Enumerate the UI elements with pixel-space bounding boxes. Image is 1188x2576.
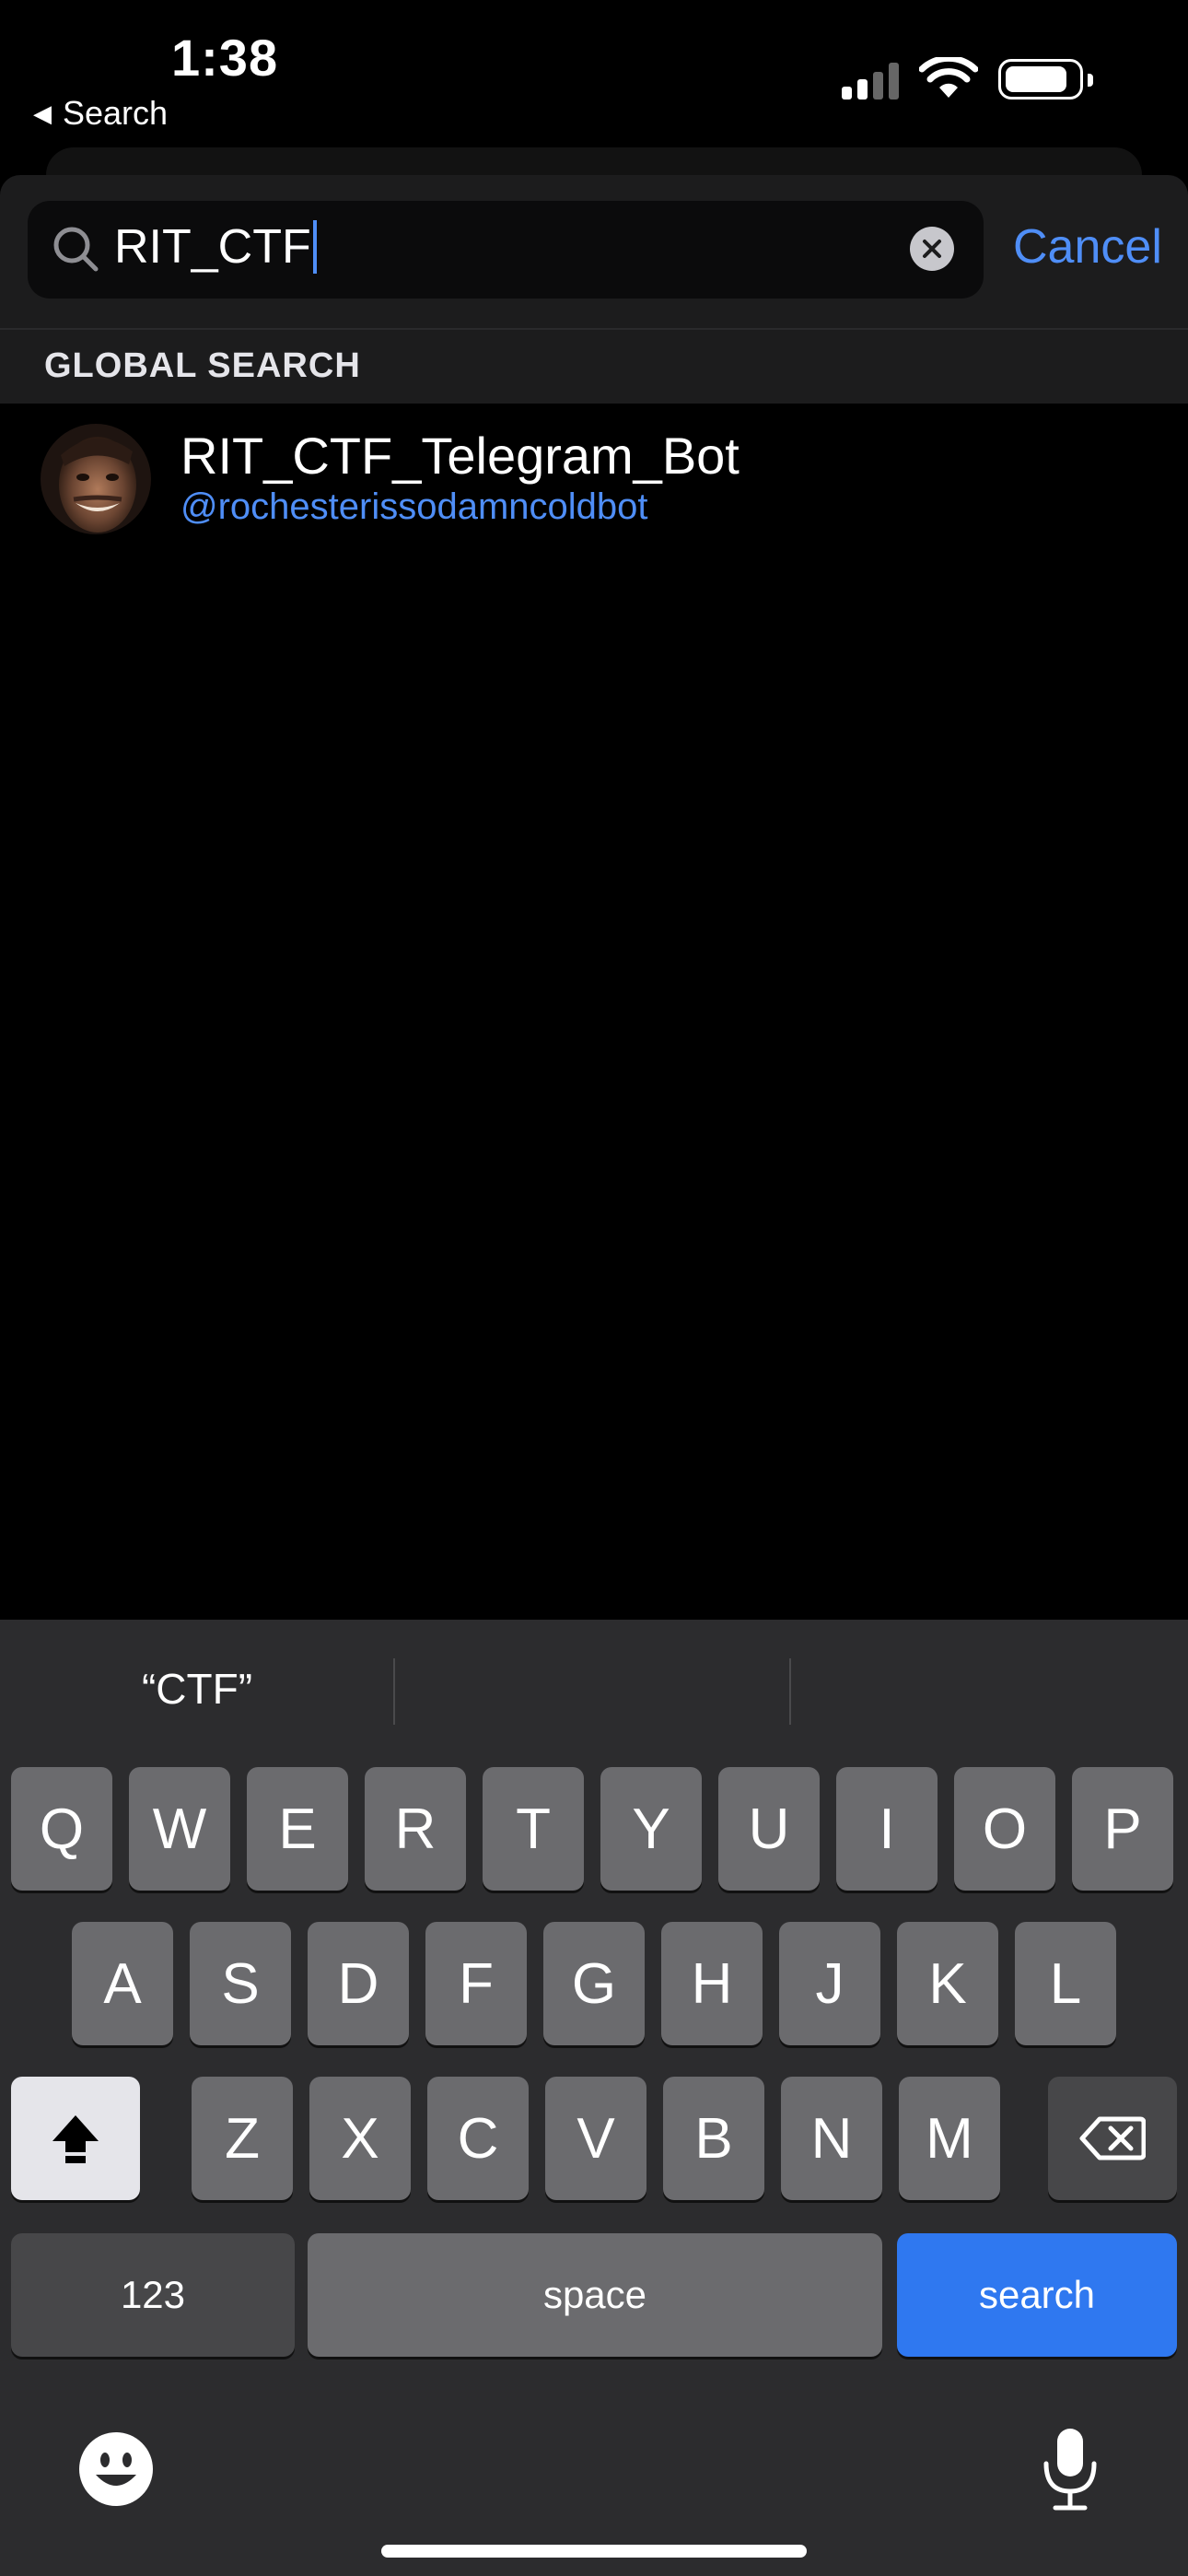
search-icon [52,225,99,277]
suggestion-divider [789,1658,791,1725]
key-r[interactable]: R [365,1767,466,1891]
key-x[interactable]: X [309,2077,411,2200]
key-z[interactable]: Z [192,2077,293,2200]
key-c[interactable]: C [427,2077,529,2200]
shift-arrow-icon [52,2115,99,2163]
suggestion-2[interactable] [396,1620,790,1758]
search-input[interactable]: RIT_CTF [114,219,317,275]
status-time: 1:38 [171,29,279,87]
key-o[interactable]: O [954,1767,1055,1891]
key-u[interactable]: U [718,1767,820,1891]
key-v[interactable]: V [545,2077,646,2200]
key-m[interactable]: M [899,2077,1000,2200]
clear-x-icon [923,240,941,258]
key-a[interactable]: A [72,1922,173,2045]
key-b[interactable]: B [663,2077,764,2200]
key-t[interactable]: T [483,1767,584,1891]
key-i[interactable]: I [836,1767,938,1891]
search-query-text: RIT_CTF [114,220,311,274]
key-p[interactable]: P [1072,1767,1173,1891]
cancel-button[interactable]: Cancel [1013,219,1162,275]
wifi-icon [918,54,979,104]
clear-search-button[interactable] [910,227,954,271]
microphone-icon[interactable] [1041,2425,1100,2518]
key-k[interactable]: K [897,1922,998,2045]
text-caret [312,220,317,274]
key-l[interactable]: L [1015,1922,1116,2045]
key-e[interactable]: E [247,1767,348,1891]
key-y[interactable]: Y [600,1767,702,1891]
shift-key[interactable] [11,2077,140,2200]
home-indicator [381,2545,807,2558]
cellular-signal-icon [842,61,899,100]
avatar [41,424,151,534]
key-n[interactable]: N [781,2077,882,2200]
section-header: GLOBAL SEARCH [0,328,1188,404]
back-to-search-link[interactable]: ◀ Search [33,94,168,133]
key-w[interactable]: W [129,1767,230,1891]
battery-icon [998,59,1093,100]
result-name: RIT_CTF_Telegram_Bot [181,427,740,485]
key-d[interactable]: D [308,1922,409,2045]
result-handle: @rochesterissodamncoldbot [181,486,648,527]
numbers-key[interactable]: 123 [11,2233,295,2357]
delete-key[interactable] [1048,2077,1177,2200]
suggestion-1[interactable]: “CTF” [0,1620,394,1758]
back-label: Search [63,94,169,132]
search-key[interactable]: search [897,2233,1177,2357]
suggestion-3[interactable] [792,1620,1188,1758]
key-h[interactable]: H [661,1922,763,2045]
backspace-icon [1079,2116,1146,2160]
key-f[interactable]: F [425,1922,527,2045]
space-key[interactable]: space [308,2233,882,2357]
key-q[interactable]: Q [11,1767,112,1891]
back-triangle-icon: ◀ [33,99,52,127]
emoji-icon[interactable] [77,2430,155,2512]
section-title: GLOBAL SEARCH [44,346,361,385]
suggestion-divider [393,1658,395,1725]
search-result-row[interactable]: RIT_CTF_Telegram_Bot @rochesterissodamnc… [0,405,1188,553]
key-g[interactable]: G [543,1922,645,2045]
key-s[interactable]: S [190,1922,291,2045]
key-j[interactable]: J [779,1922,880,2045]
